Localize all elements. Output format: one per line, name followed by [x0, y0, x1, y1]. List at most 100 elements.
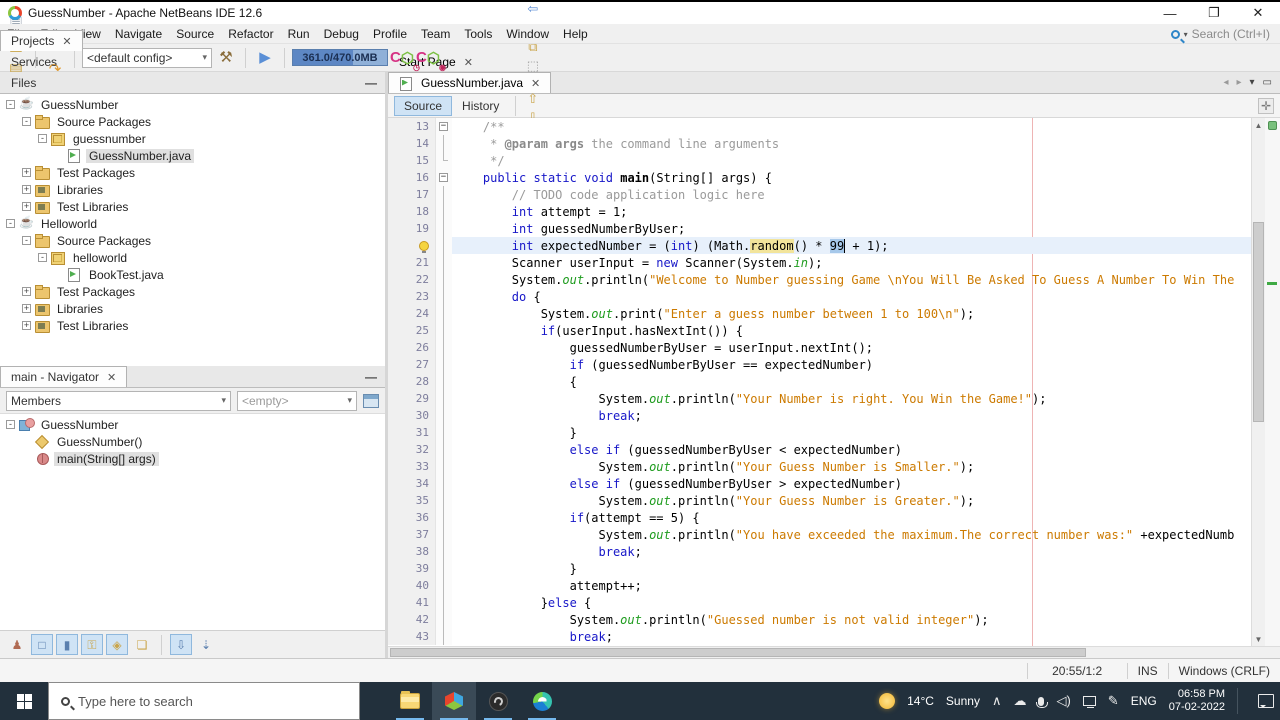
tab-services[interactable]: Services [0, 51, 83, 72]
tab-files[interactable]: Files [0, 72, 83, 93]
scroll-up-icon[interactable]: ▲ [1252, 118, 1265, 132]
show-hidden-icons-icon[interactable]: ∧ [992, 693, 1002, 709]
toggle-rectangular-selection-button[interactable]: ⬚ [522, 56, 543, 75]
navigator-filter-select[interactable]: Members ▾ [6, 390, 231, 411]
close-icon[interactable]: ✕ [464, 56, 473, 69]
menu-source[interactable]: Source [169, 25, 221, 43]
code-line[interactable]: 38 break; [388, 543, 1251, 560]
tree-item[interactable]: GuessNumber.java [0, 147, 385, 164]
collapse-icon[interactable]: - [38, 253, 47, 262]
menu-window[interactable]: Window [499, 25, 556, 43]
view-history-button[interactable]: History [452, 96, 509, 116]
show-anonymous-inner-classes-button[interactable]: ◈ [106, 634, 128, 655]
code-line[interactable]: 35 System. out .println("Your Guess Number… [388, 492, 1251, 509]
collapse-fold-icon[interactable]: − [439, 122, 448, 131]
code-line[interactable]: 34 else if (guessedNumberByUser > expect… [388, 475, 1251, 492]
code-line[interactable]: 31 } [388, 424, 1251, 441]
quick-search[interactable]: ▾ Search (Ctrl+I) [1170, 24, 1270, 44]
weather-sun-icon[interactable] [879, 693, 896, 709]
tree-item[interactable]: + Libraries [0, 300, 385, 317]
line-ending[interactable]: Windows (CRLF) [1167, 662, 1280, 679]
hscroll-thumb[interactable] [390, 648, 1086, 657]
show-non-public-members-button[interactable]: ⚿ [81, 634, 103, 655]
code-line[interactable]: 13− /** [388, 118, 1251, 135]
tree-item[interactable]: + Test Libraries [0, 317, 385, 334]
maximize-editor-icon[interactable]: ▭ [1263, 77, 1272, 88]
code-line[interactable]: 24 System. out .print("Enter a guess numbe… [388, 305, 1251, 322]
expand-icon[interactable]: + [22, 202, 31, 211]
code-line[interactable]: 27 if (guessedNumberByUser == expectedNu… [388, 356, 1251, 373]
hint-bulb-icon[interactable] [419, 240, 429, 253]
tree-item[interactable]: - guessnumber [0, 130, 385, 147]
editor-horizontal-scrollbar[interactable] [388, 646, 1280, 658]
insert-mode[interactable]: INS [1126, 662, 1168, 679]
taskbar-edge[interactable] [520, 682, 564, 720]
collapse-icon[interactable]: - [6, 420, 15, 429]
code-line[interactable]: 18 int attempt = 1; [388, 203, 1251, 220]
navigator-search-select[interactable]: <empty> ▾ [237, 390, 357, 411]
code-line[interactable]: 43 break; [388, 628, 1251, 645]
fold-toggle[interactable]: − [436, 169, 452, 186]
action-center-icon[interactable] [1258, 694, 1274, 708]
code-line[interactable]: 37 System. out .println("You have exceeded… [388, 526, 1251, 543]
scroll-down-icon[interactable]: ▼ [1252, 632, 1265, 646]
error-stripe[interactable] [1265, 118, 1280, 646]
expand-icon[interactable]: + [22, 287, 31, 296]
code-line[interactable]: int expectedNumber = (int) (Math. random(… [388, 237, 1251, 254]
network-icon[interactable] [1082, 696, 1096, 708]
microphone-icon[interactable] [1036, 696, 1049, 708]
find-previous-occurrence-button[interactable]: ⇦ [522, 0, 543, 18]
code-line[interactable]: 32 else if (guessedNumberByUser < expect… [388, 441, 1251, 458]
start-button[interactable] [0, 682, 48, 720]
previous-bookmark-button[interactable]: ⇧ [522, 89, 543, 108]
tab-list-icon[interactable]: ▾ [1250, 77, 1255, 88]
tree-item[interactable]: main(String[] args) [0, 450, 385, 467]
code-line[interactable]: 15 */ [388, 152, 1251, 169]
collapse-icon[interactable]: - [6, 100, 15, 109]
code-line[interactable]: 23 do { [388, 288, 1251, 305]
config-select[interactable]: <default config> ▾ [82, 47, 212, 68]
tree-item[interactable]: - Helloworld [0, 215, 385, 232]
code-line[interactable]: 40 attempt++; [388, 577, 1251, 594]
menu-run[interactable]: Run [281, 25, 317, 43]
menu-help[interactable]: Help [556, 25, 595, 43]
debug-project-button[interactable]: ▶ [253, 46, 277, 70]
tree-item[interactable]: - Source Packages [0, 232, 385, 249]
tree-item[interactable]: BookTest.java [0, 266, 385, 283]
tree-item[interactable]: + Test Packages [0, 164, 385, 181]
minimize-button[interactable]: — [1148, 2, 1192, 24]
taskbar-search[interactable]: Type here to search [48, 682, 360, 720]
tree-item[interactable]: GuessNumber() [0, 433, 385, 450]
sort-by-source-button[interactable]: ⇣ [195, 634, 217, 655]
scroll-tabs-right-icon[interactable]: ▸ [1236, 77, 1241, 88]
tree-item[interactable]: - helloworld [0, 249, 385, 266]
show-fields-button[interactable]: □ [31, 634, 53, 655]
collapse-icon[interactable]: - [6, 219, 15, 228]
code-line[interactable]: 36 if (attempt == 5) { [388, 509, 1251, 526]
code-line[interactable]: 17 // TODO code application logic here [388, 186, 1251, 203]
close-button[interactable]: ✕ [1236, 2, 1280, 24]
code-editor[interactable]: 13− /** 14 * @param args the command line… [388, 118, 1251, 646]
editor-vertical-scrollbar[interactable]: ▲ ▼ [1251, 118, 1265, 646]
scroll-tabs-left-icon[interactable]: ◂ [1223, 77, 1228, 88]
menu-refactor[interactable]: Refactor [221, 25, 280, 43]
expand-icon[interactable]: + [22, 168, 31, 177]
collapse-fold-icon[interactable]: − [439, 173, 448, 182]
code-line[interactable]: 29 System. out .println("Your Number is ri… [388, 390, 1251, 407]
pen-icon[interactable]: ✎ [1108, 693, 1119, 709]
profiler-stop-button[interactable]: C ⬡ ◉ [416, 46, 446, 72]
code-line[interactable]: 26 guessedNumberByUser = userInput.nextI… [388, 339, 1251, 356]
code-line[interactable]: 19 int guessedNumberByUser; [388, 220, 1251, 237]
minimize-panel-button[interactable]: — [365, 76, 377, 90]
tab-projects[interactable]: Projects ✕ [0, 30, 83, 51]
weather-temp[interactable]: 14°C [907, 694, 934, 708]
menu-profile[interactable]: Profile [366, 25, 414, 43]
code-line[interactable]: 14 * @param args the command line argume… [388, 135, 1251, 152]
expand-icon[interactable]: + [22, 185, 31, 194]
vscroll-thumb[interactable] [1253, 222, 1264, 422]
show-static-members-button[interactable]: ▮ [56, 634, 78, 655]
tree-item[interactable]: + Test Packages [0, 283, 385, 300]
maximize-button[interactable]: ❐ [1192, 2, 1236, 24]
tree-item[interactable]: + Test Libraries [0, 198, 385, 215]
minimize-navigator-button[interactable]: — [365, 370, 377, 384]
